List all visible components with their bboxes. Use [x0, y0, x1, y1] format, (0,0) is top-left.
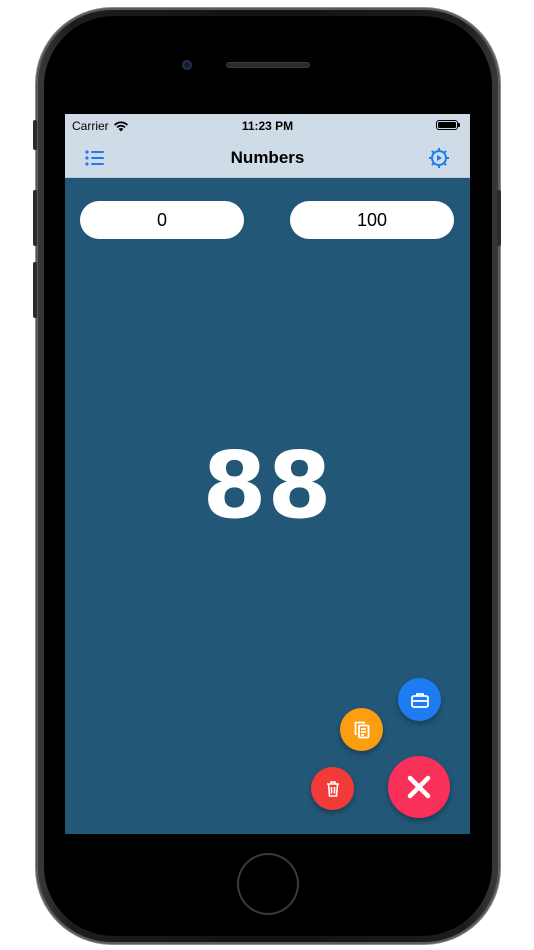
- gear-icon: [429, 148, 449, 168]
- front-camera: [182, 60, 192, 70]
- home-button[interactable]: [237, 853, 299, 915]
- close-button[interactable]: [388, 756, 450, 818]
- briefcase-icon: [410, 692, 429, 708]
- max-value-field[interactable]: [290, 201, 454, 239]
- status-time: 11:23 PM: [241, 119, 294, 133]
- mute-switch: [33, 120, 37, 150]
- app-screen: Carrier 11:23 PM Numbers 0 100 88: [65, 114, 470, 834]
- trash-icon: [326, 780, 339, 797]
- battery-level: [438, 122, 456, 128]
- copy-icon: [354, 721, 369, 738]
- status-bar: Carrier 11:23 PM: [65, 114, 470, 136]
- random-number-display: 88: [202, 432, 333, 539]
- briefcase-button[interactable]: [398, 678, 441, 721]
- copy-button[interactable]: [340, 708, 383, 751]
- close-icon: [407, 775, 431, 799]
- settings-button[interactable]: [426, 145, 452, 171]
- battery-icon: [436, 120, 460, 130]
- volume-down-button: [33, 262, 37, 318]
- page-title: Numbers: [230, 148, 305, 167]
- trash-button[interactable]: [311, 767, 354, 810]
- power-button: [497, 190, 501, 246]
- volume-up-button: [33, 190, 37, 246]
- navigation-bar: Numbers: [65, 136, 470, 178]
- earpiece-speaker: [226, 62, 310, 68]
- min-value-field[interactable]: [80, 201, 244, 239]
